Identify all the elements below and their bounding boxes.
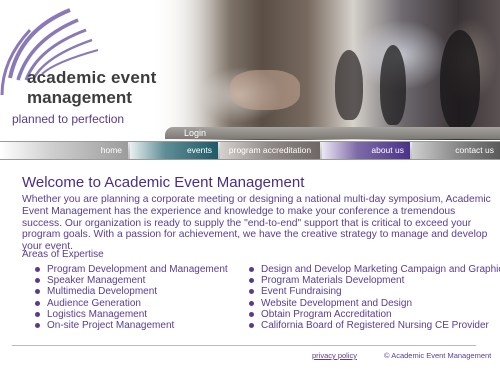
bullet-icon	[249, 289, 254, 295]
list-item: On-site Project Management	[35, 320, 228, 331]
nav-events[interactable]: events	[130, 142, 218, 159]
list-item: Speaker Management	[35, 275, 228, 286]
list-item-label: Logistics Management	[47, 308, 148, 320]
list-item: Website Development and Design	[249, 298, 500, 309]
photo-figure	[380, 45, 406, 125]
nav-home[interactable]: home	[0, 142, 128, 159]
list-item-label: California Board of Registered Nursing C…	[261, 320, 489, 332]
bullet-icon	[249, 311, 254, 317]
logo-text-line2: management	[27, 88, 132, 107]
list-item: Multimedia Development	[35, 286, 228, 297]
bullet-icon	[249, 267, 254, 272]
list-item: Obtain Program Accreditation	[249, 309, 500, 320]
nav-about-us[interactable]: about us	[322, 142, 410, 159]
header: academic event management planned to per…	[0, 0, 500, 140]
list-item: Design and Develop Marketing Campaign an…	[249, 264, 500, 275]
expertise-list-right: Design and Develop Marketing Campaign an…	[249, 264, 500, 331]
list-item: Logistics Management	[35, 309, 228, 320]
main-nav: home events program accreditation about …	[0, 141, 500, 160]
privacy-policy-link[interactable]: privacy policy	[312, 351, 357, 360]
logo-panel: academic event management planned to per…	[0, 0, 200, 140]
bullet-icon	[35, 311, 40, 317]
bullet-icon	[249, 278, 254, 284]
list-item-label: Speaker Management	[47, 275, 146, 287]
bullet-icon	[249, 300, 254, 306]
list-item-label: On-site Project Management	[47, 320, 175, 332]
bullet-icon	[35, 267, 40, 272]
tagline: planned to perfection	[12, 112, 125, 126]
list-item-label: Event Fundraising	[261, 286, 342, 298]
page-title: Welcome to Academic Event Management	[22, 174, 305, 191]
photo-figure	[335, 50, 363, 120]
logo-text-line1: academic event	[27, 68, 157, 87]
list-item: Program Development and Management	[35, 264, 228, 275]
bullet-icon	[249, 323, 254, 329]
list-item-label: Multimedia Development	[47, 286, 158, 298]
expertise-list-left: Program Development and Management Speak…	[35, 264, 228, 331]
bullet-icon	[35, 300, 40, 306]
list-item-label: Website Development and Design	[261, 297, 413, 309]
login-bar: Login	[165, 127, 500, 139]
bullet-icon	[35, 289, 40, 295]
nav-contact-us[interactable]: contact us	[412, 142, 500, 159]
list-item-label: Obtain Program Accreditation	[261, 308, 392, 320]
nav-program-accreditation[interactable]: program accreditation	[220, 142, 320, 159]
login-link[interactable]: Login	[184, 127, 206, 139]
list-item: California Board of Registered Nursing C…	[249, 320, 500, 331]
photo-figure	[440, 30, 480, 130]
copyright-text: © Academic Event Management	[384, 351, 492, 360]
list-item: Program Materials Development	[249, 275, 500, 286]
list-item: Audience Generation	[35, 298, 228, 309]
list-item-label: Program Development and Management	[47, 264, 228, 275]
photo-figure	[230, 70, 300, 110]
list-item: Event Fundraising	[249, 286, 500, 297]
areas-heading: Areas of Expertise	[22, 249, 104, 260]
bullet-icon	[35, 278, 40, 284]
bullet-icon	[35, 323, 40, 329]
list-item-label: Program Materials Development	[261, 275, 405, 287]
intro-paragraph: Whether you are planning a corporate mee…	[22, 194, 491, 253]
list-item-label: Design and Develop Marketing Campaign an…	[261, 264, 500, 275]
list-item-label: Audience Generation	[47, 297, 141, 309]
footer-divider	[12, 345, 476, 346]
